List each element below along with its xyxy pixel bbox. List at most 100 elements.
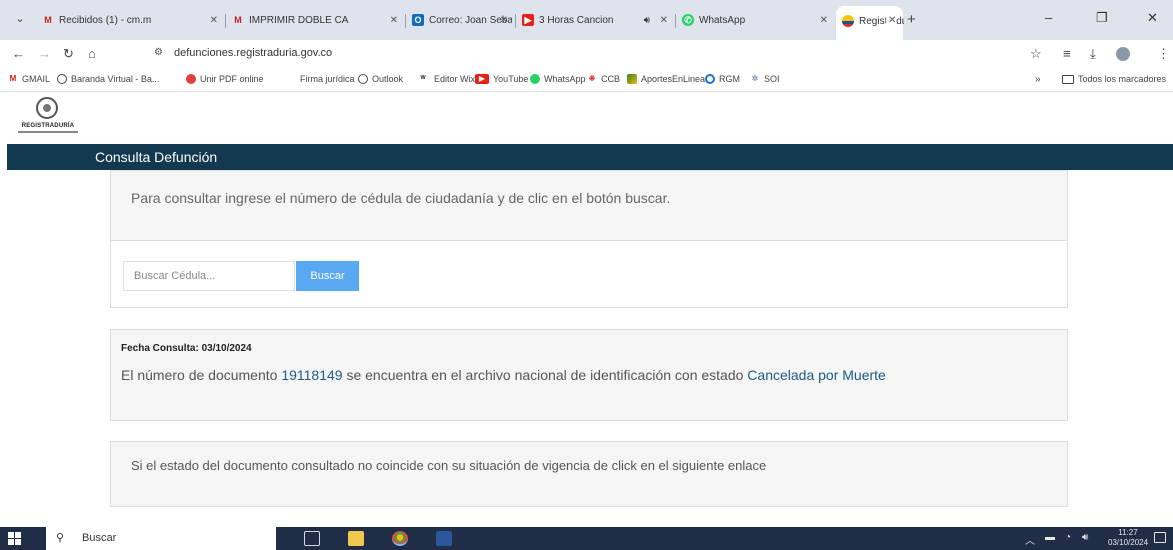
file-explorer-icon[interactable] [348,531,364,546]
bookmark-firma-juridica[interactable]: Firma jurídica [300,74,355,84]
download-icon[interactable]: ⤓ [1090,46,1096,62]
gmail-icon: M [44,15,52,25]
all-bookmarks-folder[interactable]: Todos los marcadores [1062,74,1166,84]
soi-icon: ✲ [751,74,759,83]
bookmark-rgm[interactable]: RGM [705,74,740,84]
bookmark-baranda[interactable]: Baranda Virtual - Ba... [57,74,159,84]
system-clock[interactable]: 11:27 03/10/2024 [1108,528,1148,548]
bookmark-label: GMAIL [22,74,51,84]
tab-search-chevron-icon[interactable]: ⌄ [10,12,30,28]
tab-label: IMPRIMIR DOBLE CA [249,14,349,26]
search-icon: ⚲ [56,532,65,544]
rgm-icon [705,74,715,84]
tab-whatsapp[interactable]: ✆ WhatsApp ✕ [682,9,832,31]
gmail-icon: M [234,15,242,25]
menu-kebab-icon[interactable]: ⋮ [1157,46,1170,62]
bookmark-label: Firma jurídica [300,74,355,84]
bookmark-gmail[interactable]: M GMAIL [8,74,50,84]
show-hidden-icons-icon[interactable]: ︿ [1025,532,1035,547]
notifications-icon[interactable] [1154,532,1166,543]
back-button[interactable]: ← [12,46,25,61]
tab-label: 3 Horas Cancion [539,14,614,26]
battery-icon[interactable]: ▬ [1045,532,1055,543]
media-control-icon[interactable]: ≡ [1063,46,1071,61]
page-title: Consulta Defunción [95,149,218,165]
document-status: Cancelada por Muerte [747,367,886,383]
chrome-icon[interactable] [392,531,408,546]
vigencia-panel: Si el estado del documento consultado no… [110,441,1068,507]
bookmark-label: YouTube [493,74,529,84]
bookmark-label: Todos los marcadores [1078,74,1167,84]
tab-separator [675,14,676,28]
bookmark-editor-wix[interactable]: ᵂ Editor Wix [416,74,475,84]
fecha-consulta: Fecha Consulta: 03/10/2024 [121,343,252,354]
tab-separator [225,14,226,28]
tab-label: Recibidos (1) - cm.m [59,14,152,26]
address-bar[interactable]: ⚙ defunciones.registraduria.gov.co [90,43,1030,65]
result-panel: Fecha Consulta: 03/10/2024 El número de … [110,329,1068,421]
result-text-middle: se encuentra en el archivo nacional de i… [346,367,744,383]
audio-playing-icon[interactable]: 🔊︎ [644,15,650,26]
profile-avatar[interactable] [1116,47,1130,61]
search-button[interactable]: Buscar [296,261,359,291]
bookmarks-overflow-button[interactable]: » [1035,74,1041,85]
bookmark-label: CCB [601,74,621,84]
document-number: 19118149 [281,367,343,383]
bookmarks-more-label: » [1035,74,1041,85]
close-window-button[interactable]: ✕ [1147,10,1158,26]
wifi-icon[interactable]: ◔ [1065,532,1071,543]
word-icon[interactable] [436,531,452,546]
reload-button[interactable]: ↻ [63,46,74,62]
close-tab-icon[interactable]: ✕ [886,15,897,26]
bookmark-label: Editor Wix [434,74,476,84]
gmail-icon: M [9,74,17,83]
site-info-icon[interactable]: ⚙ [154,47,163,58]
tab-gmail-recibidos[interactable]: M Recibidos (1) - cm.m ✕ [42,9,222,31]
close-tab-icon[interactable]: ✕ [500,15,508,26]
bookmark-youtube[interactable]: ▶ YouTube [475,74,528,84]
bookmark-label: AportesEnLinea [641,74,706,84]
bookmark-label: Baranda Virtual - Ba... [71,74,160,84]
coat-of-arms-icon [36,97,58,119]
bookmark-whatsapp[interactable]: WhatsApp [530,74,586,84]
browser-toolbar: ← → ↻ ⌂ ⚙ defunciones.registraduria.gov.… [0,40,1173,68]
bookmark-label: Outlook [372,74,404,84]
tab-separator [515,14,516,28]
outlook-icon: O [412,14,424,26]
tab-separator [405,14,406,28]
registraduria-logo[interactable]: REGISTRADURÍA [18,97,78,139]
windows-start-button[interactable] [8,532,22,545]
task-view-icon[interactable] [304,531,320,546]
bookmark-soi[interactable]: ✲ SOI [750,74,780,84]
youtube-icon: ▶ [475,74,489,84]
registraduria-icon [842,15,854,27]
close-tab-icon[interactable]: ✕ [390,15,398,26]
globe-icon [57,74,67,84]
bookmark-unir-pdf[interactable]: Unir PDF online [186,74,264,84]
taskbar-search-box[interactable]: ⚲ Buscar [46,527,276,550]
tab-label: WhatsApp [699,14,746,26]
taskbar-search-label: Buscar [82,532,117,544]
cedula-search-input[interactable] [123,261,295,291]
tab-gmail-imprimir[interactable]: M IMPRIMIR DOBLE CA ✕ [232,9,402,31]
aportes-icon [627,74,637,84]
folder-icon [1062,74,1074,84]
restore-button[interactable]: ❐ [1096,10,1108,26]
tab-youtube[interactable]: ▶ 3 Horas Cancion 🔊︎ ✕ [522,9,672,31]
result-text-before: El número de documento [121,367,278,383]
tab-outlook[interactable]: O Correo: Joan Sebasti ✕ [412,9,512,31]
close-tab-icon[interactable]: ✕ [210,15,218,26]
clock-date: 03/10/2024 [1108,538,1149,547]
search-panel: Buscar [110,241,1068,308]
volume-icon[interactable]: 🔊︎ [1082,532,1088,543]
bookmark-star-icon[interactable]: ☆ [1030,46,1042,62]
bookmark-aportes[interactable]: AportesEnLinea [627,74,705,84]
logo-text: REGISTRADURÍA [21,123,75,129]
tab-label: Registraduría Nacion [859,15,904,27]
bookmark-outlook[interactable]: Outlook [358,74,403,84]
close-tab-icon[interactable]: ✕ [660,15,668,26]
bookmark-ccb[interactable]: ❈ CCB [587,74,620,84]
close-tab-icon[interactable]: ✕ [820,15,828,26]
bookmark-label: RGM [719,74,740,84]
forward-button[interactable]: → [38,46,51,61]
